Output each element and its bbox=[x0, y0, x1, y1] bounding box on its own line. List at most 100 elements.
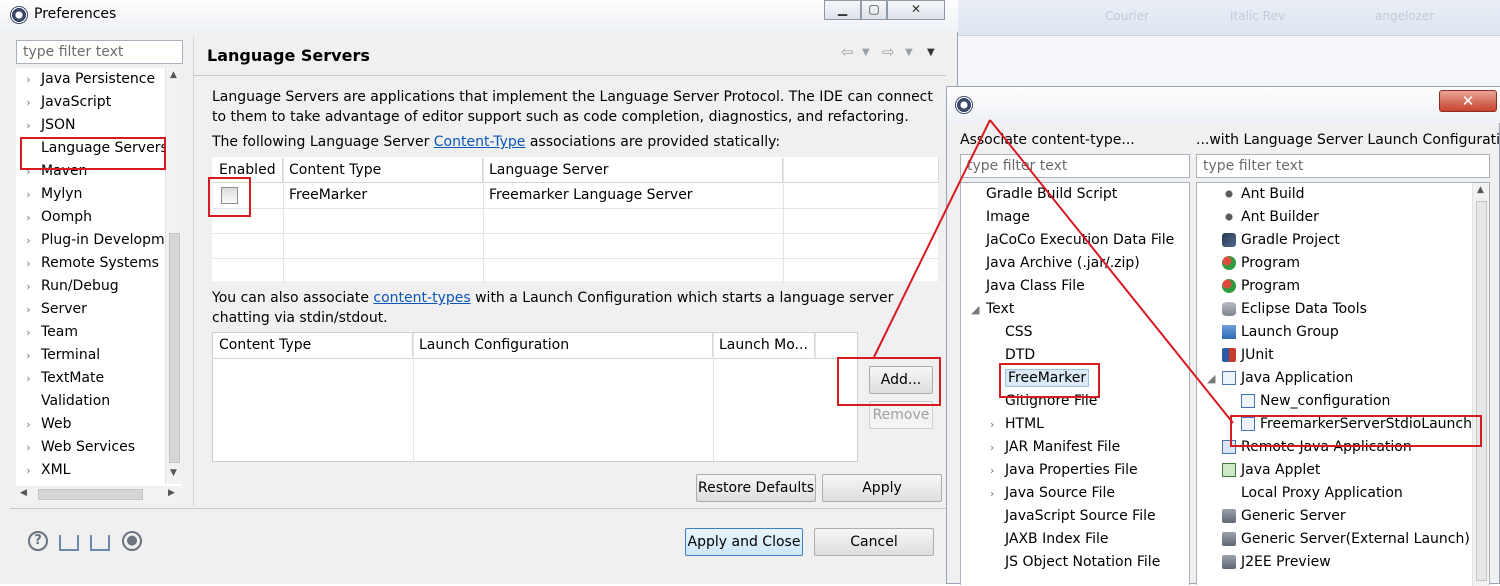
expand-arrow-icon[interactable]: › bbox=[16, 321, 41, 344]
content-type-item[interactable]: › Java Properties File bbox=[990, 459, 1138, 482]
expand-arrow-icon[interactable]: › bbox=[16, 367, 41, 390]
tree-item[interactable]: › Plug-in Developm bbox=[16, 229, 166, 252]
scroll-thumb[interactable] bbox=[1476, 201, 1487, 581]
tree-item[interactable]: › Terminal bbox=[16, 344, 166, 367]
dialog-close-button[interactable]: ✕ bbox=[1439, 90, 1497, 112]
tree-item[interactable]: › JSON bbox=[16, 114, 166, 137]
tree-item[interactable]: › Java Persistence bbox=[16, 68, 166, 91]
launch-config-item[interactable]: Program bbox=[1222, 252, 1300, 275]
view-menu-icon[interactable]: ▼ bbox=[927, 47, 935, 58]
column-header-launch-mode[interactable]: Launch Mo... bbox=[713, 333, 815, 357]
tree-vertical-scrollbar[interactable]: ▲ ▼ bbox=[165, 68, 182, 484]
content-type-item[interactable]: JAXB Index File bbox=[1005, 528, 1109, 551]
expand-arrow-icon[interactable]: › bbox=[990, 413, 994, 436]
tree-horizontal-scrollbar[interactable]: ◀ ▶ bbox=[16, 486, 182, 503]
content-type-item[interactable]: › Java Source File bbox=[990, 482, 1115, 505]
launch-config-item[interactable]: ◢ Java Application bbox=[1207, 367, 1353, 390]
launch-config-item[interactable]: JUnit bbox=[1222, 344, 1274, 367]
content-types-link[interactable]: content-types bbox=[373, 290, 470, 306]
expand-arrow-icon[interactable]: › bbox=[16, 183, 41, 206]
tree-item[interactable]: › Server bbox=[16, 298, 166, 321]
expand-arrow-icon[interactable]: › bbox=[16, 206, 41, 229]
scroll-down-icon[interactable]: ▼ bbox=[170, 468, 177, 478]
expand-arrow-icon[interactable]: › bbox=[990, 436, 994, 459]
expand-arrow-icon[interactable]: › bbox=[16, 413, 41, 436]
launch-config-item[interactable]: Local Proxy Application bbox=[1222, 482, 1403, 505]
scroll-left-icon[interactable]: ◀ bbox=[20, 488, 27, 498]
content-type-item[interactable]: Gradle Build Script bbox=[986, 183, 1117, 206]
launch-config-filter-input[interactable]: type filter text bbox=[1196, 154, 1490, 178]
launch-config-item[interactable]: J2EE Preview bbox=[1222, 551, 1331, 574]
scroll-thumb[interactable] bbox=[169, 233, 180, 463]
launch-configuration-tree[interactable]: Ant Build Ant Builder Gradle Project Progra… bbox=[1196, 182, 1490, 586]
launch-config-item[interactable]: Eclipse Data Tools bbox=[1222, 298, 1367, 321]
tree-item[interactable]: › Remote Systems bbox=[16, 252, 166, 275]
help-icon[interactable]: ? bbox=[28, 531, 48, 551]
tree-item[interactable]: › Run/Debug bbox=[16, 275, 166, 298]
launch-config-scrollbar[interactable]: ▲ bbox=[1472, 183, 1489, 586]
expand-arrow-icon[interactable]: › bbox=[16, 229, 41, 252]
content-type-filter-input[interactable]: type filter text bbox=[960, 154, 1190, 178]
tree-item[interactable]: › Web bbox=[16, 413, 166, 436]
expand-arrow-icon[interactable]: › bbox=[16, 275, 41, 298]
launch-config-item[interactable]: Ant Builder bbox=[1222, 206, 1319, 229]
expand-arrow-icon[interactable]: ◢ bbox=[1207, 367, 1215, 390]
column-header-content-type[interactable]: Content Type bbox=[213, 333, 413, 357]
launch-config-item[interactable]: New_configuration bbox=[1241, 390, 1390, 413]
content-type-item[interactable]: CSS bbox=[1005, 321, 1033, 344]
column-header-content-type[interactable]: Content Type bbox=[283, 158, 483, 182]
back-arrow-icon[interactable]: ⇦ bbox=[841, 43, 854, 61]
launch-associations-table[interactable]: Content Type Launch Configuration Launch… bbox=[212, 332, 858, 462]
launch-config-item[interactable]: Generic Server bbox=[1222, 505, 1346, 528]
tree-item[interactable]: Validation bbox=[16, 390, 166, 413]
content-type-item[interactable]: › JAR Manifest File bbox=[990, 436, 1120, 459]
tree-item[interactable]: › TextMate bbox=[16, 367, 166, 390]
tree-item[interactable]: › Oomph bbox=[16, 206, 166, 229]
restore-defaults-button[interactable]: Restore Defaults bbox=[696, 474, 816, 502]
expand-arrow-icon[interactable]: › bbox=[16, 459, 41, 482]
scroll-up-icon[interactable]: ▲ bbox=[1477, 185, 1484, 195]
launch-config-item[interactable]: Program bbox=[1222, 275, 1300, 298]
expand-arrow-icon[interactable]: › bbox=[16, 344, 41, 367]
tree-item[interactable]: › Web Services bbox=[16, 436, 166, 459]
forward-dropdown-icon[interactable]: ▼ bbox=[905, 47, 913, 58]
launch-config-item[interactable]: Java Applet bbox=[1222, 459, 1320, 482]
column-header-language-server[interactable]: Language Server bbox=[483, 158, 783, 182]
cancel-button[interactable]: Cancel bbox=[814, 528, 934, 556]
content-type-item[interactable]: JavaScript Source File bbox=[1005, 505, 1156, 528]
content-type-item[interactable]: JaCoCo Execution Data File bbox=[986, 229, 1174, 252]
export-icon[interactable] bbox=[90, 535, 110, 551]
expand-arrow-icon[interactable]: ◢ bbox=[971, 298, 979, 321]
launch-config-item[interactable]: Generic Server(External Launch) bbox=[1222, 528, 1470, 551]
filter-input[interactable]: type filter text bbox=[16, 40, 183, 64]
expand-arrow-icon[interactable]: › bbox=[990, 459, 994, 482]
scroll-right-icon[interactable]: ▶ bbox=[168, 488, 175, 498]
content-type-item[interactable]: Image bbox=[986, 206, 1030, 229]
import-icon[interactable] bbox=[59, 535, 79, 551]
launch-config-item[interactable]: Gradle Project bbox=[1222, 229, 1340, 252]
launch-config-item[interactable]: Launch Group bbox=[1222, 321, 1339, 344]
record-icon[interactable]: ● bbox=[122, 531, 142, 551]
preference-tree[interactable]: › Java Persistence › JavaScript › JSON Languag… bbox=[16, 68, 182, 486]
tree-item[interactable]: › Team bbox=[16, 321, 166, 344]
back-dropdown-icon[interactable]: ▼ bbox=[862, 47, 870, 58]
apply-button[interactable]: Apply bbox=[822, 474, 942, 502]
expand-arrow-icon[interactable]: › bbox=[16, 114, 41, 137]
expand-arrow-icon[interactable]: › bbox=[990, 482, 994, 505]
minimize-button[interactable]: ▁ bbox=[824, 0, 861, 20]
content-type-item[interactable]: Java Class File bbox=[986, 275, 1085, 298]
column-header-launch-configuration[interactable]: Launch Configuration bbox=[413, 333, 713, 357]
close-button[interactable]: ✕ bbox=[887, 0, 945, 20]
content-type-item[interactable]: JS Object Notation File bbox=[1005, 551, 1160, 574]
static-associations-table[interactable]: Enabled Content Type Language Server Fre… bbox=[212, 157, 939, 282]
expand-arrow-icon[interactable]: › bbox=[16, 436, 41, 459]
content-type-item[interactable]: › HTML bbox=[990, 413, 1044, 436]
expand-arrow-icon[interactable]: › bbox=[16, 252, 41, 275]
tree-item[interactable]: › JavaScript bbox=[16, 91, 166, 114]
expand-arrow-icon[interactable]: › bbox=[16, 298, 41, 321]
expand-arrow-icon[interactable]: › bbox=[16, 68, 41, 91]
tree-item[interactable]: › Mylyn bbox=[16, 183, 166, 206]
apply-and-close-button[interactable]: Apply and Close bbox=[685, 528, 803, 556]
content-type-item[interactable]: ◢ Text bbox=[971, 298, 1014, 321]
scroll-thumb[interactable] bbox=[38, 489, 143, 500]
